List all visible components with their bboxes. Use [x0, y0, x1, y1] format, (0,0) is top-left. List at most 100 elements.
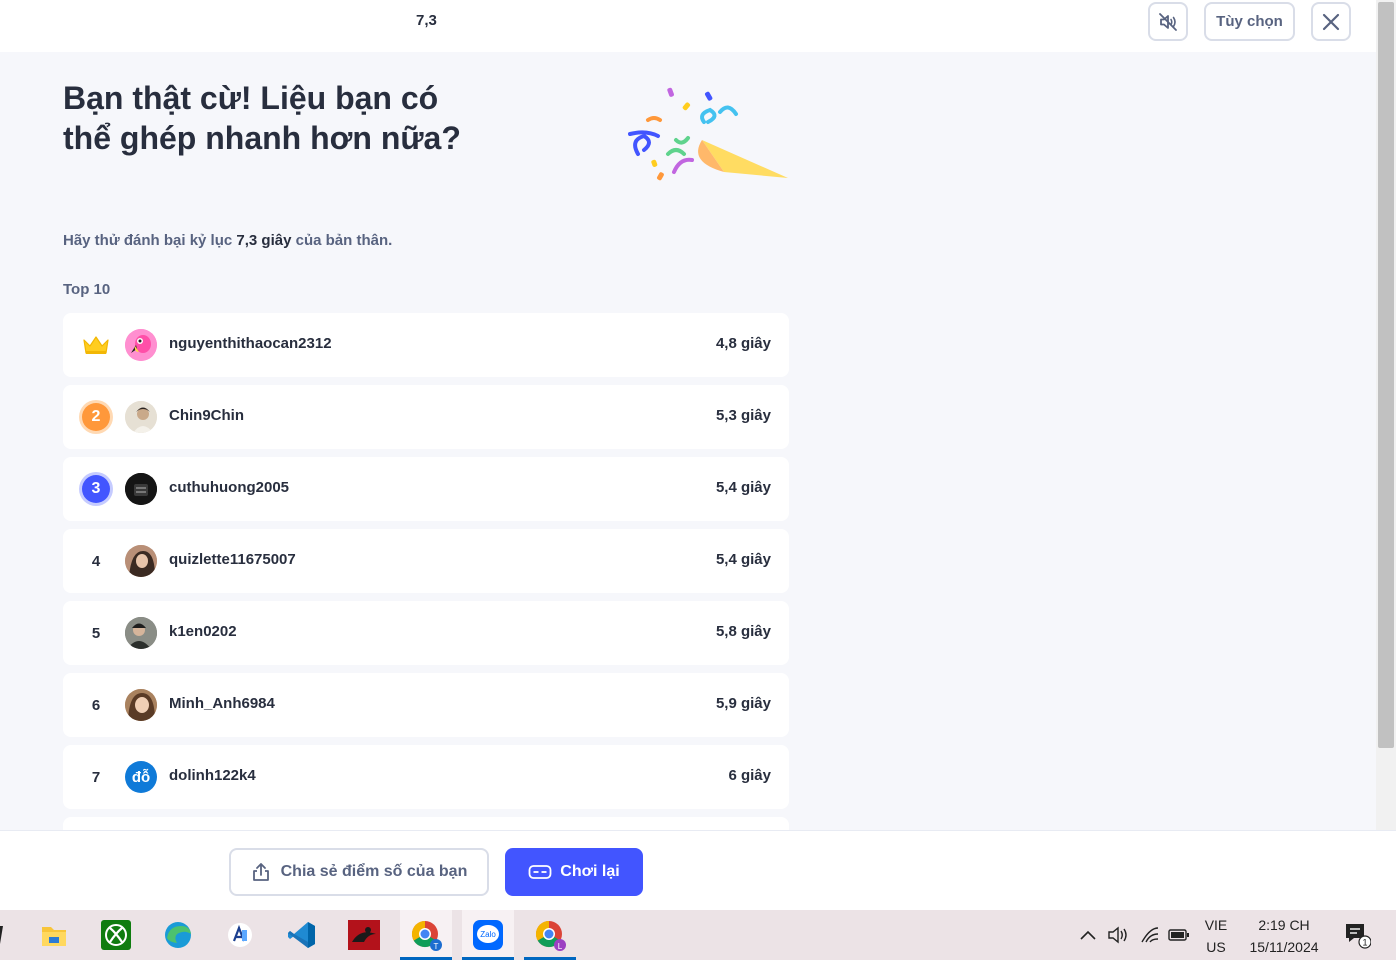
taskbar-xbox[interactable] [90, 910, 142, 960]
wifi-button[interactable] [1136, 910, 1164, 960]
input-language-button[interactable]: VIE US [1196, 914, 1236, 958]
taskbar-vscode[interactable] [276, 910, 328, 960]
clock-button[interactable]: 2:19 CH 15/11/2024 [1240, 914, 1328, 958]
time-value: 5,4 giây [715, 551, 771, 568]
rank-number: 7 [91, 768, 101, 786]
edge-icon [165, 922, 191, 948]
leaderboard-row: 2 Chin9Chin 5,3 giây [63, 385, 789, 449]
vscode-icon [288, 922, 315, 948]
lang-secondary: US [1206, 939, 1226, 955]
taskbar-chrome-2[interactable]: L [524, 910, 576, 960]
leaderboard-row: 4 quizlette11675007 5,4 giây [63, 529, 789, 593]
orange-medal: 2 [82, 403, 110, 431]
user-avatar [125, 545, 157, 577]
game-controller-icon [528, 865, 552, 879]
close-icon [1322, 13, 1340, 30]
clock-date: 15/11/2024 [1249, 939, 1319, 955]
subtitle-prefix: Hãy thử đánh bại kỷ lục [63, 232, 233, 249]
chevron-up-icon [1080, 930, 1096, 940]
record-subtitle: Hãy thử đánh bại kỷ lục 7,3 giây của bản… [63, 232, 392, 249]
chrome-profile-badge: L [558, 942, 563, 951]
score-value: 7,3 [416, 12, 437, 29]
volume-button[interactable] [1104, 910, 1132, 960]
zalo-label: Zalo [480, 930, 496, 939]
taskbar-chrome-1[interactable]: T [400, 910, 452, 960]
username: nguyenthithaocan2312 [169, 335, 332, 352]
xbox-icon [101, 920, 131, 950]
action-bar: Chia sẻ điểm số của bạn Chơi lại [0, 830, 1396, 910]
taskbar-game[interactable] [338, 910, 390, 960]
initials-avatar: đỗ [125, 761, 157, 793]
username: quizlette11675007 [169, 551, 296, 568]
windows-taskbar: T Zalo L VIE US 2:19 CH 15/11/2024 1 [0, 910, 1396, 960]
wifi-icon [1141, 927, 1159, 943]
show-hidden-icons-button[interactable] [1076, 910, 1100, 960]
rank-number: 5 [91, 624, 101, 642]
rank-badge: 2 [81, 403, 111, 431]
username: Minh_Anh6984 [169, 695, 275, 712]
leaderboard: nguyenthithaocan2312 4,8 giây 2 Chin9Chi… [63, 313, 789, 830]
replay-button[interactable]: Chơi lại [505, 848, 643, 896]
chrome-icon: T [411, 920, 442, 951]
rank-badge [81, 331, 111, 359]
leaderboard-title: Top 10 [63, 281, 111, 298]
share-icon [252, 863, 269, 881]
avatar-initials: đỗ [131, 768, 151, 786]
time-value: 5,8 giây [715, 623, 771, 640]
taskbar-file-explorer[interactable] [28, 910, 80, 960]
file-explorer-icon [42, 927, 66, 946]
blue-medal: 3 [82, 475, 110, 503]
username: cuthuhuong2005 [169, 479, 290, 496]
record-value: 7,3 giây [236, 232, 292, 249]
leaderboard-row: 7 đỗ dolinh122k4 6 giây [63, 745, 789, 809]
rank-number: 6 [91, 696, 101, 714]
user-avatar [125, 473, 157, 505]
subtitle-suffix: của bản thân. [295, 232, 393, 249]
username: Chin9Chin [169, 407, 244, 424]
user-avatar [125, 401, 157, 433]
chrome-profile-badge: T [434, 942, 439, 951]
page-title: Bạn thật cừ! Liệu bạn có thể ghép nhanh … [63, 80, 461, 156]
rank-number: 4 [91, 552, 101, 570]
notification-center-button[interactable]: 1 [1340, 910, 1374, 960]
time-value: 5,3 giây [715, 407, 771, 424]
top-bar: 7,3 Tùy chọn [0, 0, 1376, 52]
notification-icon: 1 [1346, 924, 1371, 949]
rank-number: 3 [91, 480, 101, 497]
time-value: 5,9 giây [715, 695, 771, 712]
leaderboard-row: 3 cuthuhuong2005 5,4 giây [63, 457, 789, 521]
leaderboard-row: nguyenthithaocan2312 4,8 giây [63, 313, 789, 377]
taskbar-zalo[interactable]: Zalo [462, 910, 514, 960]
flamingo-avatar [125, 329, 157, 361]
options-button[interactable]: Tùy chọn [1204, 2, 1295, 41]
share-score-button[interactable]: Chia sẻ điểm số của bạn [229, 848, 489, 896]
taskbar-app[interactable] [214, 910, 266, 960]
scrollbar-thumb[interactable] [1378, 2, 1394, 748]
rank-number: 2 [91, 408, 101, 425]
user-avatar [125, 689, 157, 721]
time-value: 6 giây [728, 767, 771, 784]
party-popper-icon [628, 87, 788, 181]
speaker-muted-icon [1159, 12, 1177, 31]
username: k1en0202 [169, 623, 237, 640]
leaderboard-row: 5 k1en0202 5,8 giây [63, 601, 789, 665]
user-avatar [125, 617, 157, 649]
battery-button[interactable] [1166, 910, 1192, 960]
taskbar-edge[interactable] [152, 910, 204, 960]
time-value: 4,8 giây [715, 335, 771, 352]
app-icon [228, 923, 252, 947]
lang-primary: VIE [1204, 917, 1228, 933]
share-score-label: Chia sẻ điểm số của bạn [280, 863, 468, 880]
username: dolinh122k4 [169, 767, 256, 784]
replay-label: Chơi lại [560, 863, 620, 880]
close-button[interactable] [1311, 2, 1351, 41]
volume-icon [1108, 926, 1127, 944]
mute-button[interactable] [1148, 2, 1188, 41]
chrome-icon: L [535, 920, 566, 951]
clock-time: 2:19 CH [1258, 917, 1310, 933]
taskbar-edge-item[interactable] [0, 910, 12, 960]
leaderboard-row: 6 Minh_Anh6984 5,9 giây [63, 673, 789, 737]
crown-icon [83, 336, 109, 354]
rank-badge: 3 [81, 475, 111, 503]
time-value: 5,4 giây [715, 479, 771, 496]
